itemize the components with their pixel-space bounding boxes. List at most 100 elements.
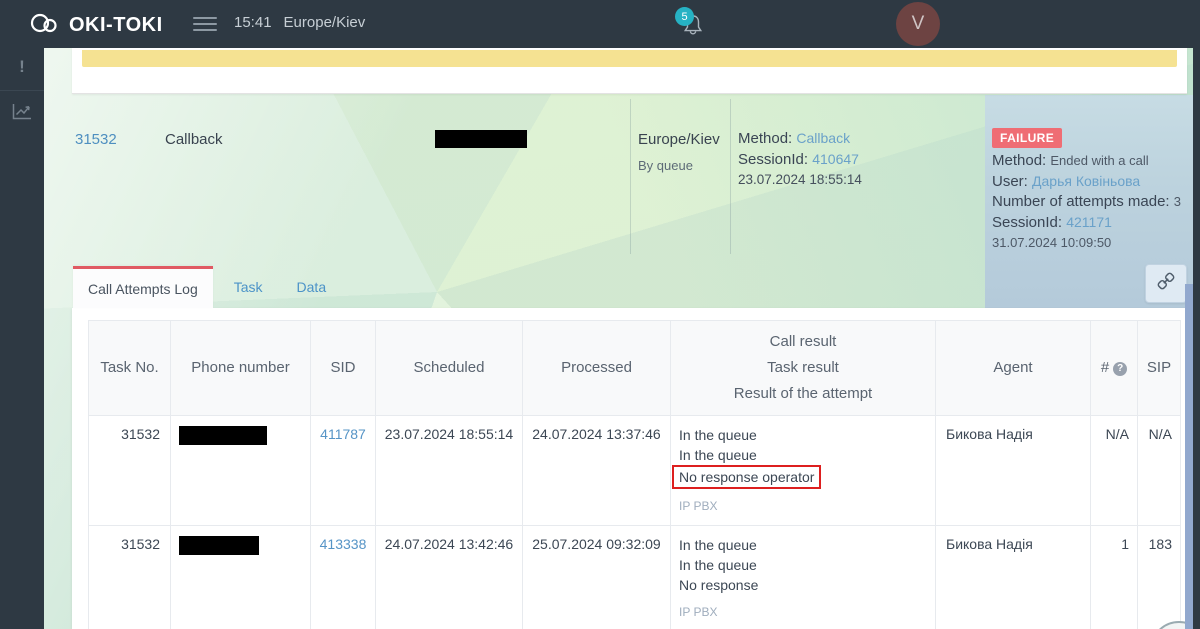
col-header-processed: Processed xyxy=(523,321,671,416)
attempts-label: Number of attempts made: xyxy=(992,193,1170,210)
cell-processed: 25.07.2024 09:32:09 xyxy=(523,526,671,629)
cell-sip: N/A xyxy=(1138,416,1181,526)
col-header-task-no: Task No. xyxy=(89,321,171,416)
notifications-button[interactable]: 5 xyxy=(682,13,704,37)
copy-link-button[interactable] xyxy=(1145,264,1187,303)
sidebar-item-alerts[interactable]: ! xyxy=(0,48,44,86)
method-label: Method: xyxy=(738,130,792,147)
cell-result: In the queue In the queue No response op… xyxy=(671,416,936,526)
phone-redacted xyxy=(435,130,527,148)
notification-count-badge: 5 xyxy=(675,7,694,26)
call-attempts-table: Task No. Phone number SID Scheduled Proc… xyxy=(88,320,1181,629)
cell-scheduled: 24.07.2024 13:42:46 xyxy=(376,526,523,629)
call-attempts-log-panel: Task No. Phone number SID Scheduled Proc… xyxy=(72,308,1187,629)
cloud-logo-icon xyxy=(28,11,60,40)
sidebar-item-reports[interactable] xyxy=(0,95,44,133)
attempts-value: 3 xyxy=(1174,194,1181,209)
record-mode: By queue xyxy=(638,158,693,173)
col-header-scheduled: Scheduled xyxy=(376,321,523,416)
clock-time: 15:41 xyxy=(234,14,272,31)
result-updated-at: 31.07.2024 10:09:50 xyxy=(992,235,1188,250)
table-header-row: Task No. Phone number SID Scheduled Proc… xyxy=(89,321,1181,416)
tab-task[interactable]: Task xyxy=(234,266,263,308)
result-user-link[interactable]: Дарья Ковіньова xyxy=(1032,173,1140,189)
details-divider xyxy=(630,99,631,254)
cell-attempt: 1 xyxy=(1091,526,1138,629)
result-method-value: Ended with a call xyxy=(1050,153,1148,168)
method-link[interactable]: Callback xyxy=(796,130,850,146)
result-method-label: Method: xyxy=(992,152,1046,169)
phone-redacted xyxy=(179,536,259,555)
brand-name: OKI-TOKI xyxy=(69,14,163,37)
phone-redacted xyxy=(179,426,267,445)
col-header-result-line2: Task result xyxy=(671,355,935,381)
cell-sid: 413338 xyxy=(311,526,376,629)
tab-bar: Call Attempts Log Task Data xyxy=(73,266,326,308)
record-timezone: Europe/Kiev xyxy=(638,131,720,148)
col-header-phone: Phone number xyxy=(171,321,311,416)
sid-link[interactable]: 411787 xyxy=(320,426,366,442)
result-session-link[interactable]: 421171 xyxy=(1066,214,1112,230)
brand-logo[interactable]: OKI-TOKI xyxy=(28,11,163,40)
col-header-attempt-label: # xyxy=(1101,359,1109,376)
clock-timezone: Europe/Kiev xyxy=(284,14,366,31)
tab-data[interactable]: Data xyxy=(297,266,327,308)
cell-agent: Бикова Надія xyxy=(936,526,1091,629)
record-details: 31532 Callback Europe/Kiev By queue Meth… xyxy=(72,95,1193,258)
menu-hamburger-icon[interactable] xyxy=(193,17,217,35)
sidebar-divider xyxy=(0,90,44,91)
app-window: OKI-TOKI 15:41 Europe/Kiev 5 V ! xyxy=(0,0,1200,629)
cell-phone xyxy=(171,416,311,526)
session-id-link[interactable]: 410647 xyxy=(812,151,859,167)
notice-card xyxy=(72,48,1187,94)
task-id-link[interactable]: 31532 xyxy=(75,131,117,148)
avatar-letter: V xyxy=(912,13,925,35)
link-icon xyxy=(1157,272,1175,295)
col-header-result-line3: Result of the attempt xyxy=(671,381,935,407)
attempt-result-highlighted: No response operator xyxy=(672,465,821,489)
sid-link[interactable]: 413338 xyxy=(320,536,367,552)
user-avatar[interactable]: V xyxy=(896,2,940,46)
cell-sip: 183 xyxy=(1138,526,1181,629)
help-icon[interactable]: ? xyxy=(1113,362,1127,376)
tab-call-attempts-log[interactable]: Call Attempts Log xyxy=(73,266,213,308)
col-header-result: Call result Task result Result of the at… xyxy=(671,321,936,416)
call-result: In the queue xyxy=(679,425,935,445)
status-badge: FAILURE xyxy=(992,128,1062,148)
top-navbar: OKI-TOKI 15:41 Europe/Kiev 5 V xyxy=(0,0,1200,48)
channel-label: IP PBX xyxy=(679,602,935,622)
cell-processed: 24.07.2024 13:37:46 xyxy=(523,416,671,526)
cell-attempt: N/A xyxy=(1091,416,1138,526)
record-created-at: 23.07.2024 18:55:14 xyxy=(738,170,978,190)
cell-sid: 411787 xyxy=(311,416,376,526)
cell-agent: Бикова Надія xyxy=(936,416,1091,526)
record-method-block: Method: Callback SessionId: 410647 23.07… xyxy=(738,128,978,190)
cell-phone xyxy=(171,526,311,629)
col-header-result-line1: Call result xyxy=(671,329,935,355)
left-sidebar: ! xyxy=(0,48,44,629)
table-row: 31532 411787 23.07.2024 18:55:14 24.07.2… xyxy=(89,416,1181,526)
warning-banner xyxy=(82,50,1177,67)
session-label: SessionId: xyxy=(738,151,808,168)
task-type-label: Callback xyxy=(165,131,223,148)
col-header-sid: SID xyxy=(311,321,376,416)
col-header-attempt: #? xyxy=(1091,321,1138,416)
scrollbar-thumb[interactable] xyxy=(1185,284,1193,629)
cell-task-no: 31532 xyxy=(89,526,171,629)
result-session-label: SessionId: xyxy=(992,214,1062,231)
chart-icon xyxy=(12,103,32,125)
alert-exclamation-icon: ! xyxy=(19,57,25,77)
col-header-sip: SIP xyxy=(1138,321,1181,416)
result-panel: FAILURE Method: Ended with a call User: … xyxy=(992,128,1188,250)
cell-scheduled: 23.07.2024 18:55:14 xyxy=(376,416,523,526)
bell-icon xyxy=(682,24,704,41)
cell-task-no: 31532 xyxy=(89,416,171,526)
scrollbar-track[interactable] xyxy=(1193,0,1200,629)
clock: 15:41 Europe/Kiev xyxy=(234,14,365,31)
result-user-label: User: xyxy=(992,173,1028,190)
task-result: In the queue xyxy=(679,555,935,575)
cell-result: In the queue In the queue No response IP… xyxy=(671,526,936,629)
col-header-agent: Agent xyxy=(936,321,1091,416)
details-divider xyxy=(730,99,731,254)
call-result: In the queue xyxy=(679,535,935,555)
